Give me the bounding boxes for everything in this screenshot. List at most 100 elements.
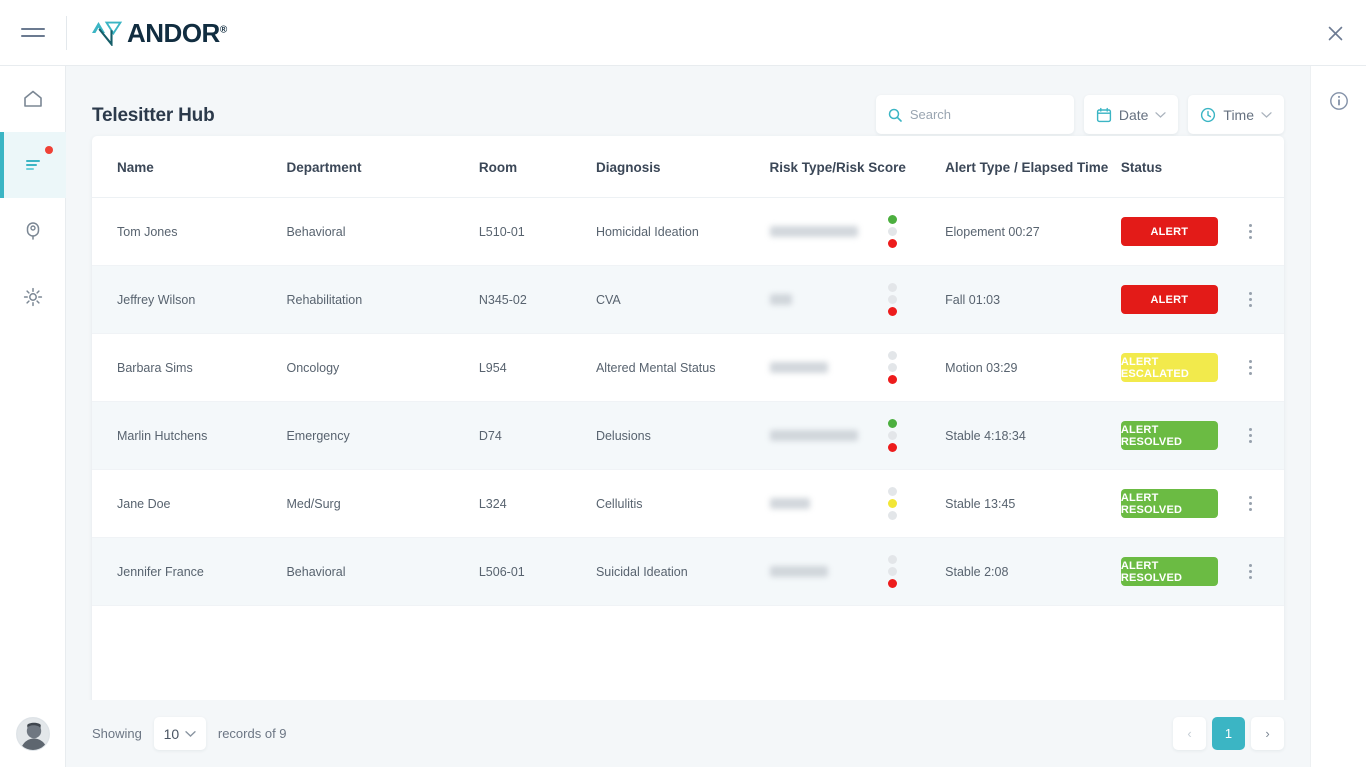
table-row[interactable]: Marlin HutchensEmergencyD74DelusionsStab…: [92, 402, 1284, 470]
info-icon[interactable]: [1311, 66, 1366, 136]
andor-mark-icon: [90, 20, 124, 46]
date-filter-button[interactable]: Date: [1084, 95, 1179, 134]
registered-mark: ®: [220, 24, 227, 35]
showing-label: Showing: [92, 726, 142, 741]
risk-dot-red: [888, 307, 897, 316]
cell-room: N345-02: [479, 266, 596, 334]
sidebar-item-hub[interactable]: [0, 132, 66, 198]
column-header-room[interactable]: Room: [479, 136, 596, 198]
row-menu-icon[interactable]: [1240, 292, 1260, 307]
cell-room: L506-01: [479, 538, 596, 606]
cell-status: ALERT RESOLVED: [1121, 402, 1240, 470]
kebab-dot: [1249, 292, 1252, 295]
cell-diagnosis: Cellulitis: [596, 470, 770, 538]
cell-department: Med/Surg: [286, 470, 478, 538]
cell-risk-score: [770, 470, 946, 538]
sidebar-item-cameras[interactable]: [0, 198, 66, 264]
risk-dot-gray: [888, 363, 897, 372]
avatar[interactable]: [16, 717, 50, 751]
cell-alert-type: Elopement 00:27: [945, 198, 1121, 266]
table-row[interactable]: Jane DoeMed/SurgL324CellulitisStable 13:…: [92, 470, 1284, 538]
risk-dot-red: [888, 443, 897, 452]
page-size-select[interactable]: 10: [154, 717, 206, 750]
time-filter-button[interactable]: Time: [1188, 95, 1284, 134]
status-badge[interactable]: ALERT RESOLVED: [1121, 421, 1218, 450]
cell-status: ALERT RESOLVED: [1121, 538, 1240, 606]
row-menu-icon[interactable]: [1240, 428, 1260, 443]
cell-risk-score: [770, 334, 946, 402]
cell-department: Behavioral: [286, 198, 478, 266]
row-menu-icon[interactable]: [1240, 360, 1260, 375]
pagination-prev[interactable]: ‹: [1173, 717, 1206, 750]
risk-dot-red: [888, 239, 897, 248]
cell-status: ALERT RESOLVED: [1121, 470, 1240, 538]
risk-score-indicator: [888, 283, 945, 316]
kebab-dot: [1249, 440, 1252, 443]
redacted-risk-text: [770, 362, 828, 373]
row-menu-icon[interactable]: [1240, 224, 1260, 239]
status-badge[interactable]: ALERT ESCALATED: [1121, 353, 1218, 382]
cell-diagnosis: Homicidal Ideation: [596, 198, 770, 266]
brand-logo[interactable]: ANDOR®: [90, 20, 227, 46]
search-box[interactable]: [876, 95, 1074, 134]
cell-status: ALERT ESCALATED: [1121, 334, 1240, 402]
chevron-down-icon: [185, 730, 196, 738]
status-badge[interactable]: ALERT: [1121, 285, 1218, 314]
cell-diagnosis: Delusions: [596, 402, 770, 470]
cell-actions: [1240, 334, 1284, 402]
risk-dot-gray: [888, 227, 897, 236]
table-row[interactable]: Jennifer FranceBehavioralL506-01Suicidal…: [92, 538, 1284, 606]
pagination-next[interactable]: ›: [1251, 717, 1284, 750]
kebab-dot: [1249, 224, 1252, 227]
cell-actions: [1240, 198, 1284, 266]
row-menu-icon[interactable]: [1240, 496, 1260, 511]
cell-alert-type: Stable 13:45: [945, 470, 1121, 538]
table-row[interactable]: Tom JonesBehavioralL510-01Homicidal Idea…: [92, 198, 1284, 266]
row-menu-icon[interactable]: [1240, 564, 1260, 579]
camera-icon: [22, 220, 44, 242]
column-header-alert[interactable]: Alert Type / Elapsed Time: [945, 136, 1121, 198]
hamburger-bar: [21, 28, 45, 30]
risk-dot-gray: [888, 351, 897, 360]
redacted-risk-text: [770, 294, 792, 305]
status-badge[interactable]: ALERT: [1121, 217, 1218, 246]
pagination: ‹ 1 ›: [1173, 717, 1284, 750]
cell-department: Behavioral: [286, 538, 478, 606]
column-header-status[interactable]: Status: [1121, 136, 1240, 198]
search-input[interactable]: [910, 107, 1060, 122]
column-header-diagnosis[interactable]: Diagnosis: [596, 136, 770, 198]
cell-actions: [1240, 538, 1284, 606]
column-header-risk[interactable]: Risk Type/Risk Score: [770, 136, 946, 198]
sidebar-item-settings[interactable]: [0, 264, 66, 330]
page-size-value: 10: [164, 726, 180, 742]
cell-department: Emergency: [286, 402, 478, 470]
kebab-dot: [1249, 298, 1252, 301]
right-sidebar: [1310, 66, 1366, 767]
column-header-department[interactable]: Department: [286, 136, 478, 198]
risk-dot-gray: [888, 555, 897, 564]
hamburger-icon[interactable]: [0, 0, 66, 66]
cell-actions: [1240, 470, 1284, 538]
table-body: Tom JonesBehavioralL510-01Homicidal Idea…: [92, 198, 1284, 606]
chevron-down-icon: [1155, 111, 1166, 119]
table-footer: Showing 10 records of 9 ‹ 1 ›: [66, 700, 1310, 767]
clock-icon: [1200, 107, 1216, 123]
table-row[interactable]: Jeffrey WilsonRehabilitationN345-02CVAFa…: [92, 266, 1284, 334]
sidebar-item-home[interactable]: [0, 66, 66, 132]
status-badge[interactable]: ALERT RESOLVED: [1121, 489, 1218, 518]
date-filter-label: Date: [1119, 107, 1149, 123]
cell-diagnosis: Altered Mental Status: [596, 334, 770, 402]
cell-diagnosis: CVA: [596, 266, 770, 334]
kebab-dot: [1249, 304, 1252, 307]
risk-dot-red: [888, 579, 897, 588]
cell-risk-score: [770, 538, 946, 606]
cell-name: Marlin Hutchens: [92, 402, 286, 470]
risk-score-indicator: [888, 555, 945, 588]
pagination-page-1[interactable]: 1: [1212, 717, 1245, 750]
status-badge[interactable]: ALERT RESOLVED: [1121, 557, 1218, 586]
avatar-photo: [17, 718, 50, 751]
table-row[interactable]: Barbara SimsOncologyL954Altered Mental S…: [92, 334, 1284, 402]
search-icon: [888, 108, 902, 122]
column-header-name[interactable]: Name: [92, 136, 286, 198]
close-icon[interactable]: [1318, 16, 1352, 50]
